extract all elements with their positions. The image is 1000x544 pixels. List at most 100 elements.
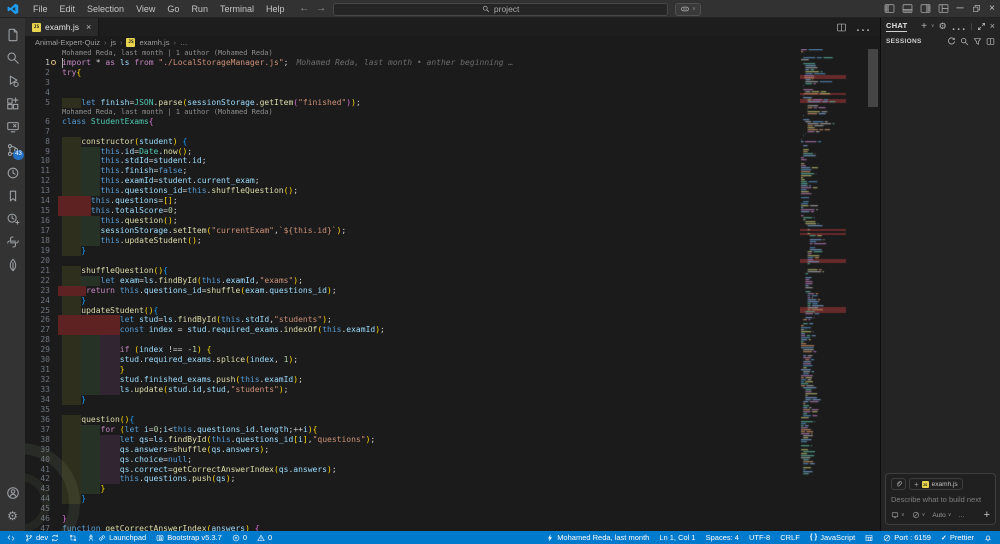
code-line[interactable]: 19 }	[25, 245, 880, 256]
copilot-button[interactable]: ∨	[675, 2, 701, 16]
chevron-down-icon[interactable]: ∨	[931, 23, 935, 29]
code-line[interactable]: 46}	[25, 514, 880, 524]
status-eol[interactable]: CRLF	[780, 533, 800, 542]
activity-bookmarks[interactable]	[0, 184, 25, 207]
code-line[interactable]: 10 this.stdId=student.id;	[25, 156, 880, 167]
code-line[interactable]: 22 let exam=ls.findById(this.examId,"exa…	[25, 275, 880, 286]
code-line[interactable]: 32 stud.finished_exams.push(this.examId)…	[25, 375, 880, 385]
menu-go[interactable]: Go	[161, 2, 185, 16]
attached-file-chip[interactable]: + JS examh.js	[909, 478, 963, 490]
menu-run[interactable]: Run	[185, 2, 214, 16]
tab-close-icon[interactable]: ×	[86, 22, 91, 32]
code-line[interactable]: 11 this.finish=false;	[25, 166, 880, 177]
code-line[interactable]: 26 let stud=ls.findById(this.stdId,"stud…	[25, 315, 880, 326]
restore-button[interactable]	[968, 0, 984, 18]
more-icon[interactable]: …	[951, 17, 967, 35]
code-line[interactable]: 47 function getCorrectAnswerIndex(answers…	[25, 524, 880, 531]
code-line[interactable]: 30 stud.required_exams.splice(index, 1);	[25, 355, 880, 366]
model-selector[interactable]: Auto ∨	[932, 512, 951, 519]
code-line[interactable]: 23 return this.questions_id=shuffle(exam…	[25, 285, 880, 296]
code-editor[interactable]: Mohamed Reda, last month | 1 author (Moh…	[25, 49, 880, 531]
code-line[interactable]: 16 this.question();	[25, 216, 880, 226]
refresh-icon[interactable]	[947, 36, 956, 46]
status-remote[interactable]	[7, 534, 15, 542]
code-line[interactable]: 24 }	[25, 295, 880, 306]
code-line[interactable]: 8 constructor(student) {	[25, 136, 880, 147]
code-line[interactable]: 5 let finish=JSON.parse(sessionStorage.g…	[25, 97, 880, 108]
status-errors[interactable]: 0	[232, 533, 247, 542]
code-line[interactable]: 40 qs.choice=null;	[25, 454, 880, 465]
activity-account[interactable]	[0, 481, 25, 504]
code-lens[interactable]: Mohamed Reda, last month | 1 author (Moh…	[25, 108, 880, 117]
activity-mongodb[interactable]	[0, 253, 25, 276]
status-language-mode[interactable]: { } JavaScript	[810, 533, 855, 542]
menu-selection[interactable]: Selection	[81, 2, 130, 16]
close-window-button[interactable]: ×	[984, 0, 1000, 18]
code-line[interactable]: 31 }	[25, 365, 880, 376]
toggle-panel-icon[interactable]	[902, 3, 913, 14]
code-line[interactable]: 21 shuffleQuestion(){	[25, 265, 880, 276]
expand-panel-icon[interactable]	[977, 22, 986, 31]
customize-layout-icon[interactable]	[938, 3, 949, 14]
code-line[interactable]: 2 try{	[25, 68, 880, 78]
code-line[interactable]: 13 this.questions_id=this.shuffleQuestio…	[25, 186, 880, 197]
breadcrumb-item[interactable]: js	[111, 38, 116, 47]
code-line[interactable]: 14 this.questions=[];	[25, 196, 880, 207]
code-line[interactable]: 12 this.examId=student.current_exam;	[25, 176, 880, 187]
split-editor-icon[interactable]	[836, 22, 847, 33]
activity-run-debug[interactable]	[0, 69, 25, 92]
chat-input-box[interactable]: + JS examh.js Describe what to build nex…	[885, 473, 996, 525]
code-line[interactable]: 28	[25, 335, 880, 346]
code-line[interactable]: 43 }	[25, 484, 880, 495]
activity-history[interactable]	[0, 161, 25, 184]
more-actions-icon[interactable]: …	[855, 18, 872, 36]
status-git-branch[interactable]: dev	[25, 533, 59, 542]
status-blame[interactable]: Mohamed Reda, last month	[546, 533, 649, 542]
code-line[interactable]: 38 let qs=ls.findById(this.questions_id[…	[25, 434, 880, 445]
mode-selector[interactable]: ∨	[891, 511, 905, 519]
code-line[interactable]: 3	[25, 78, 880, 88]
code-line[interactable]: 33 ls.update(stud.id,stud,"students");	[25, 385, 880, 395]
minimize-button[interactable]: ─	[952, 0, 968, 18]
tab-chat[interactable]: CHAT	[886, 21, 908, 32]
nav-forward-icon[interactable]: →	[316, 4, 326, 14]
activity-remote-window[interactable]	[0, 115, 25, 138]
code-line[interactable]: 42 this.questions.push(qs);	[25, 474, 880, 485]
status-prettier[interactable]: ✓ Prettier	[941, 533, 974, 542]
command-search-input[interactable]: project	[333, 2, 669, 16]
add-button[interactable]: +	[984, 510, 990, 521]
split-view-icon[interactable]	[986, 37, 995, 46]
menu-edit[interactable]: Edit	[54, 2, 82, 16]
lightbulb-icon[interactable]	[51, 60, 56, 65]
code-line[interactable]: 29 if (index !== -1) {	[25, 345, 880, 356]
activity-extensions[interactable]	[0, 92, 25, 115]
activity-time-tracker[interactable]	[0, 207, 25, 230]
toggle-primary-sidebar-icon[interactable]	[884, 3, 895, 14]
activity-settings[interactable]: ⚙	[0, 504, 25, 527]
filter-icon[interactable]	[973, 37, 982, 46]
breadcrumb-item[interactable]: examh.js	[139, 38, 169, 47]
code-line[interactable]: 7	[25, 127, 880, 137]
code-line[interactable]: 6 class StudentExams{	[25, 117, 880, 127]
menu-view[interactable]: View	[130, 2, 161, 16]
code-line[interactable]: 41 qs.correct=getCorrectAnswerIndex(qs.a…	[25, 464, 880, 475]
editor-scrollbar[interactable]	[868, 49, 878, 107]
toggle-secondary-sidebar-icon[interactable]	[920, 3, 931, 14]
code-line[interactable]: 44 }	[25, 494, 880, 505]
code-line[interactable]: 39 qs.answers=shuffle(qs.answers);	[25, 444, 880, 455]
gear-icon[interactable]: ⚙	[939, 21, 947, 32]
status-bootstrap[interactable]: Bootstrap v5.3.7	[156, 533, 222, 542]
status-git-compare[interactable]	[69, 534, 77, 542]
code-lens[interactable]: Mohamed Reda, last month | 1 author (Moh…	[25, 49, 880, 58]
code-line[interactable]: 9 this.id=Date.now();	[25, 146, 880, 157]
activity-explorer[interactable]	[0, 23, 25, 46]
status-indentation[interactable]: Spaces: 4	[706, 533, 739, 542]
code-line[interactable]: 17 sessionStorage.setItem("currentExam",…	[25, 226, 880, 236]
menu-file[interactable]: File	[27, 2, 54, 16]
status-cursor-position[interactable]: Ln 1, Col 1	[659, 533, 695, 542]
code-line[interactable]: 20	[25, 256, 880, 266]
status-live-server[interactable]: Port : 6159	[883, 533, 931, 542]
search-sessions-icon[interactable]	[960, 37, 969, 46]
activity-python[interactable]	[0, 230, 25, 253]
tools-selector[interactable]: ∨	[912, 511, 925, 519]
